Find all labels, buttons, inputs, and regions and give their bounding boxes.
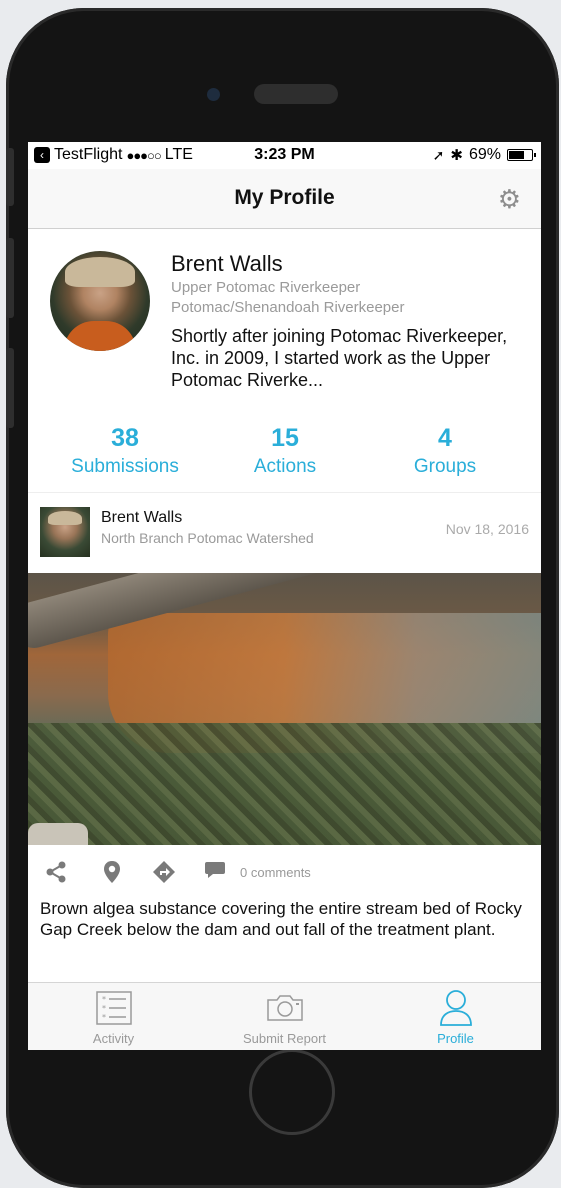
post-author-avatar-hat bbox=[48, 511, 82, 525]
photo-leaf-litter bbox=[28, 723, 541, 845]
photo-stone bbox=[28, 823, 88, 845]
mute-switch bbox=[6, 148, 14, 206]
app-screen: ‹ TestFlight ●●●○○ LTE 3:23 PM ➚ ✱ 69% M… bbox=[28, 142, 541, 1050]
comment-icon[interactable] bbox=[204, 860, 226, 884]
map-pin-icon[interactable] bbox=[102, 860, 122, 888]
bluetooth-icon: ✱ bbox=[450, 147, 463, 164]
svg-text:*: * bbox=[102, 1004, 106, 1013]
profile-organization-secondary: Potomac/Shenandoah Riverkeeper bbox=[171, 299, 405, 316]
battery-fill bbox=[509, 151, 524, 159]
profile-stats: 38 Submissions 15 Actions 4 Groups bbox=[28, 424, 541, 484]
post-author-avatar[interactable] bbox=[40, 507, 90, 557]
post-photo[interactable] bbox=[28, 573, 541, 845]
home-button[interactable] bbox=[249, 1049, 335, 1135]
camera-icon bbox=[265, 993, 305, 1028]
post-author-name[interactable]: Brent Walls bbox=[101, 509, 182, 527]
stat-actions-count: 15 bbox=[271, 424, 299, 452]
person-icon bbox=[438, 989, 474, 1032]
tab-submit-report[interactable]: Submit Report bbox=[199, 983, 370, 1050]
volume-down-button bbox=[6, 348, 14, 428]
share-icon[interactable] bbox=[44, 860, 68, 888]
stat-actions[interactable]: 15 Actions bbox=[210, 424, 360, 478]
tab-profile[interactable]: Profile bbox=[370, 983, 541, 1050]
stat-groups-count: 4 bbox=[438, 424, 452, 452]
avatar[interactable] bbox=[50, 251, 150, 351]
list-icon: * * * bbox=[95, 991, 132, 1030]
profile-organization-primary: Upper Potomac Riverkeeper bbox=[171, 279, 361, 296]
comments-count[interactable]: 0 comments bbox=[240, 865, 311, 880]
post-actions: 0 comments bbox=[28, 845, 541, 900]
tab-activity[interactable]: * * * Activity bbox=[28, 983, 199, 1050]
directions-icon[interactable] bbox=[152, 860, 176, 888]
tab-bar: * * * Activity Submit Report Profile bbox=[28, 982, 541, 1050]
gear-icon[interactable]: ⚙ bbox=[498, 186, 521, 212]
stat-actions-label: Actions bbox=[253, 456, 317, 477]
svg-text:*: * bbox=[102, 995, 106, 1004]
earpiece-speaker bbox=[254, 84, 338, 104]
status-right: ➚ ✱ 69% bbox=[432, 146, 536, 164]
avatar-shirt bbox=[64, 321, 136, 351]
battery-percent: 69% bbox=[468, 146, 501, 163]
front-camera bbox=[207, 88, 220, 101]
tab-submit-report-label: Submit Report bbox=[242, 1031, 327, 1046]
profile-bio[interactable]: Shortly after joining Potomac Riverkeepe… bbox=[171, 325, 526, 391]
tab-activity-label: Activity bbox=[92, 1031, 135, 1046]
post-date: Nov 18, 2016 bbox=[445, 521, 529, 537]
stat-groups-label: Groups bbox=[413, 456, 477, 477]
post-card: Brent Walls North Branch Potomac Watersh… bbox=[28, 492, 541, 940]
tab-profile-label: Profile bbox=[437, 1031, 474, 1046]
status-bar: ‹ TestFlight ●●●○○ LTE 3:23 PM ➚ ✱ 69% bbox=[28, 142, 541, 169]
location-arrow-icon: ➚ bbox=[432, 146, 445, 163]
post-location: North Branch Potomac Watershed bbox=[101, 530, 314, 546]
stat-groups[interactable]: 4 Groups bbox=[370, 424, 520, 478]
avatar-hat bbox=[65, 257, 135, 287]
post-caption: Brown algea substance covering the entir… bbox=[40, 899, 522, 939]
svg-text:*: * bbox=[102, 1013, 106, 1022]
stat-submissions-label: Submissions bbox=[71, 456, 179, 477]
battery-icon bbox=[507, 149, 536, 161]
profile-header: Brent Walls Upper Potomac Riverkeeper Po… bbox=[28, 229, 541, 492]
navigation-bar: My Profile ⚙ bbox=[28, 169, 541, 229]
post-header[interactable]: Brent Walls North Branch Potomac Watersh… bbox=[28, 492, 541, 573]
profile-name: Brent Walls bbox=[171, 251, 283, 276]
stat-submissions[interactable]: 38 Submissions bbox=[50, 424, 200, 478]
volume-up-button bbox=[6, 238, 14, 318]
stat-submissions-count: 38 bbox=[111, 424, 139, 452]
page-title: My Profile bbox=[234, 186, 335, 209]
